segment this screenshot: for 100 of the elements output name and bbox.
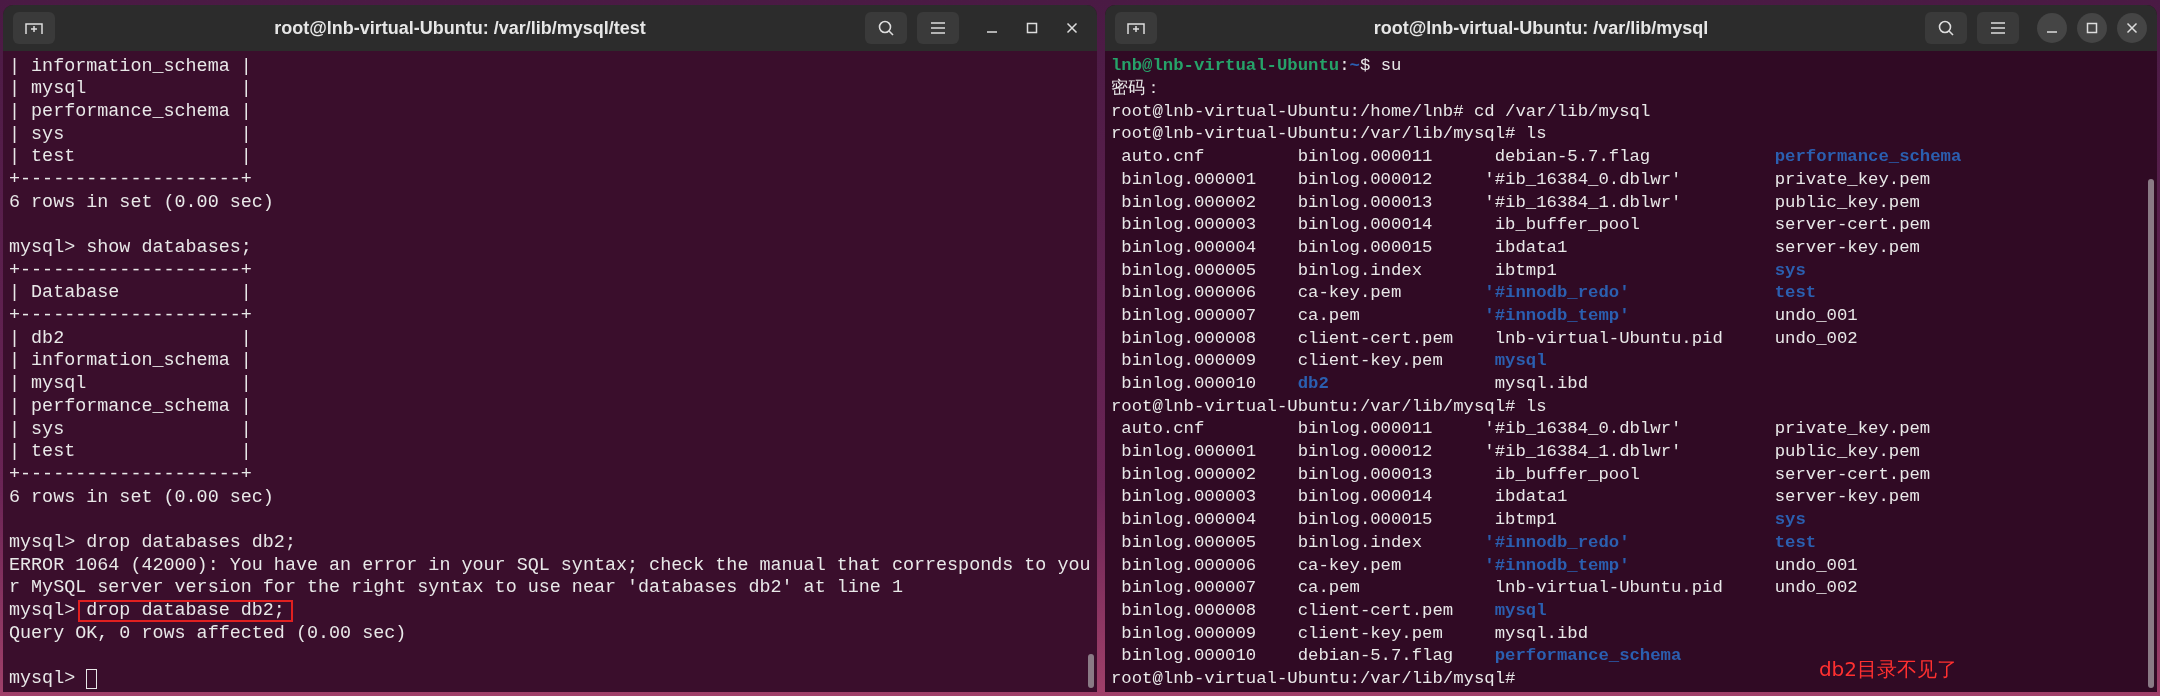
current-path: ~ — [1349, 55, 1360, 78]
file-name: private_key.pem — [1774, 169, 1931, 189]
file-name: binlog.000010 — [1121, 646, 1257, 666]
file-name: undo_002 — [1774, 578, 1858, 598]
terminal-line: | test | — [9, 440, 252, 465]
prompt-text: mysql> — [9, 531, 76, 555]
file-name: '#ib_16384_1.dblwr' — [1484, 192, 1682, 212]
terminal-line: | test | — [9, 145, 252, 170]
new-tab-icon — [25, 21, 43, 35]
file-name: binlog.000005 — [1121, 532, 1257, 552]
terminal-line: | sys | — [9, 417, 252, 442]
window-title: root@lnb-virtual-Ubuntu: /var/lib/mysql/test — [274, 16, 646, 40]
terminal-line: | mysql | — [9, 77, 252, 102]
directory-name: db2 — [1297, 374, 1329, 393]
command-text: show databases; — [86, 236, 252, 261]
file-name: debian-5.7.flag — [1297, 646, 1454, 666]
new-tab-button[interactable] — [13, 12, 55, 44]
file-name: undo_001 — [1774, 305, 1858, 325]
file-name: client-key.pem — [1297, 623, 1443, 643]
annotation-note: db2目录不见了 — [1818, 656, 1957, 683]
file-name: ibtmp1 — [1494, 510, 1557, 530]
maximize-button[interactable] — [2077, 13, 2107, 43]
directory-name: '#innodb_temp' — [1484, 555, 1630, 575]
terminal-line: | performance_schema | — [9, 394, 252, 419]
file-name: lnb-virtual-Ubuntu.pid — [1494, 578, 1723, 598]
new-tab-button[interactable] — [1115, 12, 1157, 44]
file-name: client-cert.pem — [1297, 600, 1454, 620]
file-name: binlog.000001 — [1121, 442, 1257, 462]
file-name: binlog.000006 — [1121, 283, 1257, 303]
file-name: server-key.pem — [1774, 487, 1920, 507]
file-name: ca-key.pem — [1297, 555, 1402, 575]
menu-icon — [1990, 22, 2006, 34]
prompt-text: mysql> — [9, 667, 76, 692]
menu-icon — [930, 22, 946, 34]
file-name: binlog.000011 — [1297, 419, 1433, 439]
file-name: binlog.000013 — [1297, 192, 1433, 212]
file-name: server-cert.pem — [1774, 464, 1931, 484]
maximize-icon — [2086, 22, 2098, 34]
directory-name: '#innodb_redo' — [1484, 532, 1630, 552]
file-name: ca.pem — [1297, 305, 1360, 325]
file-name: ca.pem — [1297, 578, 1360, 598]
search-button[interactable] — [865, 12, 907, 44]
search-icon — [878, 20, 894, 36]
file-name: binlog.index — [1297, 532, 1423, 552]
terminal-line: ERROR 1064 (42000): You have an error in your SQL syntax; check the manual that corresponds to you — [9, 553, 1091, 578]
minimize-button[interactable] — [2037, 13, 2067, 43]
close-button[interactable] — [2117, 13, 2147, 43]
file-name: binlog.000004 — [1121, 510, 1257, 530]
terminal-line: | Database | — [9, 281, 252, 306]
directory-name: sys — [1774, 260, 1806, 280]
file-name: auto.cnf — [1121, 147, 1205, 167]
terminal-line: | performance_schema | — [9, 99, 252, 124]
minimize-icon — [986, 31, 998, 33]
file-name: ibdata1 — [1494, 237, 1568, 257]
directory-name: '#innodb_temp' — [1484, 305, 1630, 325]
terminal-line: 6 rows in set (0.00 sec) — [9, 485, 274, 510]
minimize-icon — [2046, 31, 2058, 33]
file-name: binlog.000009 — [1121, 623, 1257, 643]
terminal-line: | information_schema | — [9, 54, 252, 79]
file-name: binlog.000009 — [1121, 351, 1257, 371]
terminal-line: 6 rows in set (0.00 sec) — [9, 190, 274, 215]
terminal-line: Query OK, 0 rows affected (0.00 sec) — [9, 621, 407, 646]
terminal-line: root@lnb-virtual-Ubuntu:/home/lnb# cd /var/lib/mysql — [1111, 100, 1651, 123]
file-name: binlog.000003 — [1121, 487, 1257, 507]
terminal-line: root@lnb-virtual-Ubuntu:/var/lib/mysql# ls — [1111, 123, 1547, 146]
directory-name: performance_schema — [1774, 147, 1962, 167]
file-name: binlog.000011 — [1297, 147, 1433, 167]
file-name: binlog.000013 — [1297, 464, 1433, 484]
new-tab-icon — [1127, 21, 1145, 35]
prompt-text: mysql> — [9, 236, 76, 261]
file-name: undo_001 — [1774, 555, 1858, 575]
file-name: debian-5.7.flag — [1494, 147, 1651, 167]
maximize-icon — [1026, 22, 1038, 34]
file-name: mysql.ibd — [1494, 623, 1589, 643]
menu-button[interactable] — [917, 12, 959, 44]
terminal-line: r MySQL server version for the right syntax to use near 'databases db2' at line 1 — [9, 576, 903, 601]
terminal-line: | information_schema | — [9, 349, 252, 374]
file-name: binlog.000007 — [1121, 305, 1257, 325]
directory-name: performance_schema — [1494, 646, 1682, 666]
file-name: ibtmp1 — [1494, 260, 1557, 280]
terminal-line: +--------------------+ — [9, 304, 252, 329]
file-name: binlog.000002 — [1121, 192, 1257, 212]
file-name: binlog.000012 — [1297, 169, 1433, 189]
prompt-text: mysql> — [9, 599, 76, 624]
file-name: binlog.index — [1297, 260, 1423, 280]
file-name: public_key.pem — [1774, 192, 1920, 212]
file-name: binlog.000003 — [1121, 215, 1257, 235]
user-host: lnb@lnb-virtual-Ubuntu — [1111, 55, 1340, 78]
file-name: client-cert.pem — [1297, 328, 1454, 348]
terminal-line: +--------------------+ — [9, 258, 252, 283]
file-name: binlog.000008 — [1121, 600, 1257, 620]
file-name: public_key.pem — [1774, 442, 1920, 462]
file-name: ca-key.pem — [1297, 283, 1402, 303]
terminal-line: 密码： — [1111, 77, 1162, 101]
search-button[interactable] — [1925, 12, 1967, 44]
terminal-line: | db2 | — [9, 326, 252, 351]
search-icon — [1938, 20, 1954, 36]
menu-button[interactable] — [1977, 12, 2019, 44]
file-name: lnb-virtual-Ubuntu.pid — [1494, 328, 1723, 348]
file-name: ib_buffer_pool — [1494, 464, 1640, 484]
